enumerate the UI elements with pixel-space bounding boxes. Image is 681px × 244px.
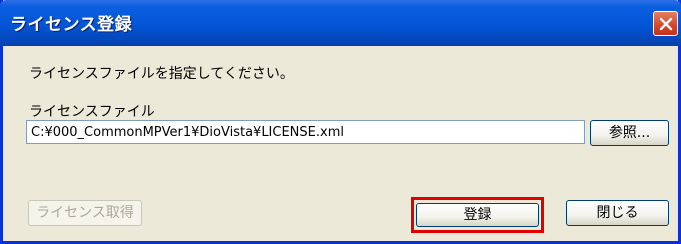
license-registration-dialog: ライセンス登録 ライセンスファイルを指定してください。 ライセンスファイル 参照… [0,0,681,244]
close-button[interactable]: 閉じる [566,200,669,226]
register-button[interactable]: 登録 [416,203,539,227]
obtain-license-button[interactable]: ライセンス取得 [28,200,142,226]
license-file-path-input[interactable] [26,120,585,144]
window-title: ライセンス登録 [10,15,133,35]
license-file-label: ライセンスファイル [29,104,155,120]
window-close-button[interactable] [653,11,678,36]
title-bar[interactable]: ライセンス登録 [0,0,681,46]
instruction-text: ライセンスファイルを指定してください。 [29,66,294,82]
close-icon [659,17,673,31]
browse-button[interactable]: 参照... [590,120,669,146]
